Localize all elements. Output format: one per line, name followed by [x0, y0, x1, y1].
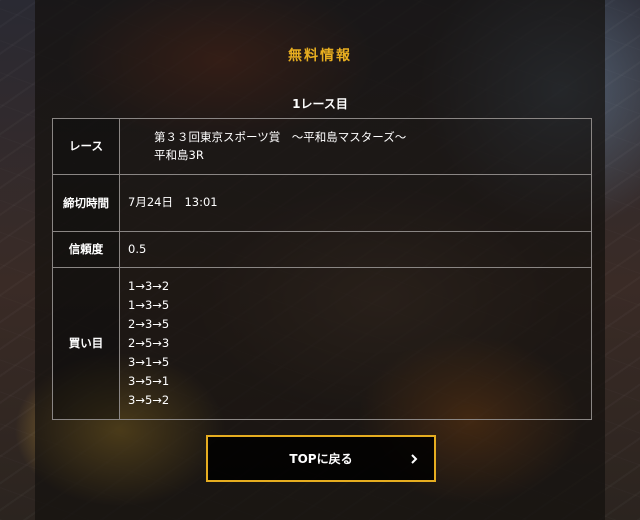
table-row-reliability: 信頼度 0.5	[52, 231, 592, 268]
table-row-race: レース 第３３回東京スポーツ賞 ～平和島マスターズ～ 平和島3R	[52, 118, 592, 175]
bet-item: 2→5→3	[128, 336, 170, 350]
chevron-right-icon	[411, 453, 418, 464]
bet-item: 2→3→5	[128, 317, 170, 331]
race-label: レース	[52, 118, 120, 175]
bet-item: 3→5→2	[128, 393, 170, 407]
page-title: 無料情報	[288, 48, 352, 64]
reliability-label: 信頼度	[52, 231, 120, 268]
table-row-bets: 買い目 1→3→2 1→3→5 2→3→5 2→5→3 3→1→5 3→5→1 …	[52, 267, 592, 420]
back-to-top-label: TOPに戻る	[289, 452, 353, 466]
bet-item: 1→3→2	[128, 279, 170, 293]
bets-label: 買い目	[52, 267, 120, 420]
table-row-deadline: 締切時間 7月24日 13:01	[52, 174, 592, 232]
bets-value: 1→3→2 1→3→5 2→3→5 2→5→3 3→1→5 3→5→1 3→5→…	[119, 267, 592, 420]
race-venue: 平和島3R	[154, 147, 204, 162]
bet-item: 1→3→5	[128, 298, 170, 312]
bet-item: 3→5→1	[128, 374, 170, 388]
race-name: 第３３回東京スポーツ賞 ～平和島マスターズ～	[154, 130, 407, 145]
deadline-value: 7月24日 13:01	[119, 174, 592, 232]
race-number-heading: 1レース目	[292, 97, 348, 111]
deadline-label: 締切時間	[52, 174, 120, 232]
race-value: 第３３回東京スポーツ賞 ～平和島マスターズ～ 平和島3R	[119, 118, 592, 175]
reliability-value: 0.5	[119, 231, 592, 268]
bet-item: 3→1→5	[128, 355, 170, 369]
race-info-table: レース 第３３回東京スポーツ賞 ～平和島マスターズ～ 平和島3R 締切時間 7月…	[52, 118, 592, 420]
back-to-top-button[interactable]: TOPに戻る	[206, 435, 436, 482]
